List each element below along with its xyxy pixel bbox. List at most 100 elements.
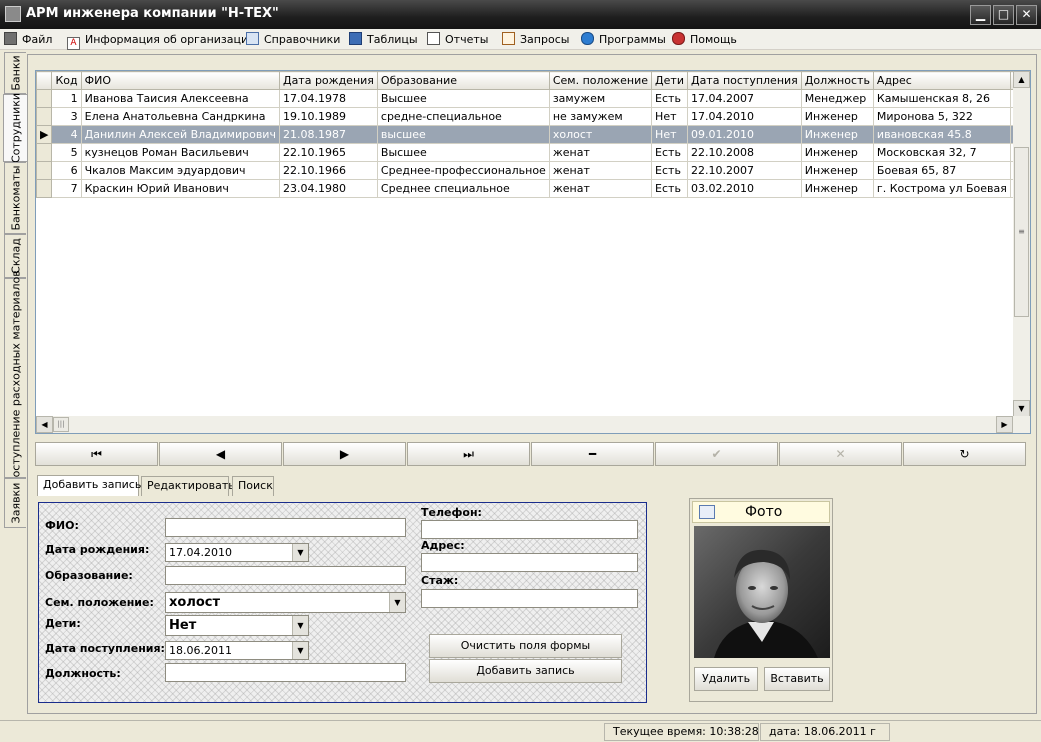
table-cell[interactable]: не замужем <box>548 107 653 126</box>
hire-date-picker[interactable]: 18.06.2011 ▼ <box>165 641 309 660</box>
table-cell[interactable]: Краскин Юрий Иванович <box>80 179 280 198</box>
scroll-up-icon[interactable]: ▲ <box>1013 71 1030 88</box>
table-cell[interactable]: средне-специальное <box>376 107 550 126</box>
clear-form-button[interactable]: Очистить поля формы <box>429 634 622 658</box>
chevron-down-icon[interactable]: ▼ <box>292 544 308 561</box>
table-cell[interactable]: Инженер <box>800 143 874 162</box>
table-cell[interactable]: г. Кострома ул Боевая <box>872 179 1011 198</box>
table-row[interactable]: 7 Краскин Юрий Иванович 23.04.1980 Среднее … <box>36 179 1030 198</box>
table-cell[interactable]: 6 <box>51 161 82 180</box>
column-header[interactable]: Адрес <box>872 71 1011 90</box>
table-cell[interactable]: Есть <box>651 179 688 198</box>
table-cell[interactable]: Менеджер <box>800 89 874 108</box>
nav-post-button[interactable]: ✔ <box>655 442 778 466</box>
scroll-left-icon[interactable]: ◀ <box>36 416 53 433</box>
table-cell[interactable]: замужем <box>548 89 653 108</box>
table-cell[interactable]: 22.10.1965 <box>278 143 378 162</box>
table-cell[interactable]: 22.10.1966 <box>278 161 378 180</box>
table-cell[interactable]: холост <box>548 125 653 144</box>
maximize-button[interactable]: □ <box>993 5 1014 25</box>
table-cell[interactable]: кузнецов Роман Васильевич <box>80 143 280 162</box>
current-row-indicator-icon[interactable]: ▶ <box>36 125 53 144</box>
column-header[interactable]: ФИО <box>80 71 280 90</box>
table-cell[interactable]: 22.10.2008 <box>686 143 802 162</box>
table-cell[interactable]: женат <box>548 179 653 198</box>
children-select[interactable]: Нет ▼ <box>165 615 309 636</box>
table-cell[interactable]: 4 <box>51 125 82 144</box>
table-cell[interactable]: Миронова 5, 322 <box>872 107 1011 126</box>
table-row[interactable]: 3 Елена Анатольевна Сандркина 19.10.1989 ср… <box>36 107 1030 126</box>
table-cell[interactable]: Среднее-профессиональное <box>376 161 550 180</box>
table-cell[interactable]: Есть <box>651 161 688 180</box>
chevron-down-icon[interactable]: ▼ <box>389 593 405 612</box>
table-cell[interactable]: Среднее специальное <box>376 179 550 198</box>
horizontal-scrollbar[interactable]: ◀ ||| ▶ <box>36 416 1030 433</box>
table-cell[interactable]: 19.10.1989 <box>278 107 378 126</box>
table-cell[interactable]: 17.04.1978 <box>278 89 378 108</box>
vertical-scrollbar[interactable]: ▲ ≡ ▼ <box>1013 71 1030 417</box>
menu-queries[interactable]: Запросы <box>502 32 569 48</box>
menu-file[interactable]: Файл <box>4 32 52 48</box>
tab-search[interactable]: Поиск <box>232 476 274 496</box>
nav-cancel-button[interactable]: ✕ <box>779 442 902 466</box>
menu-tables[interactable]: Таблицы <box>349 32 418 48</box>
table-cell[interactable]: 1 <box>51 89 82 108</box>
insert-photo-button[interactable]: Вставить <box>764 667 830 691</box>
table-cell[interactable]: женат <box>548 143 653 162</box>
table-cell[interactable]: Нет <box>651 107 688 126</box>
family-status-select[interactable]: холост ▼ <box>165 592 406 613</box>
row-indicator[interactable] <box>36 161 53 180</box>
table-cell[interactable]: Нет <box>651 125 688 144</box>
table-cell[interactable]: Инженер <box>800 107 874 126</box>
nav-prior-button[interactable]: ◀ <box>159 442 282 466</box>
horizontal-scroll-thumb[interactable]: ||| <box>53 417 69 432</box>
menu-help[interactable]: Помощь <box>672 32 737 48</box>
fio-field[interactable] <box>165 518 406 537</box>
table-cell[interactable]: 03.02.2010 <box>686 179 802 198</box>
close-button[interactable]: ✕ <box>1016 5 1037 25</box>
table-row[interactable]: 6 Чкалов Максим эдуардович 22.10.1966 Средн… <box>36 161 1030 180</box>
table-cell[interactable]: 21.08.1987 <box>278 125 378 144</box>
column-header[interactable]: Дата рождения <box>278 71 378 90</box>
table-cell[interactable]: Высшее <box>376 143 550 162</box>
table-cell[interactable]: 7 <box>51 179 82 198</box>
education-field[interactable] <box>165 566 406 585</box>
table-cell[interactable]: 09.01.2010 <box>686 125 802 144</box>
table-cell[interactable]: 17.04.2007 <box>686 89 802 108</box>
tab-add-record[interactable]: Добавить запись <box>37 475 141 496</box>
menu-references[interactable]: Справочники <box>246 32 340 48</box>
table-cell[interactable]: 23.04.1980 <box>278 179 378 198</box>
column-header[interactable]: Образование <box>376 71 550 90</box>
table-cell[interactable]: Есть <box>651 89 688 108</box>
app-icon[interactable] <box>5 6 21 22</box>
table-cell[interactable]: ивановская 45.8 <box>872 125 1011 144</box>
vertical-scroll-thumb[interactable]: ≡ <box>1014 147 1029 317</box>
table-cell[interactable]: Московская 32, 7 <box>872 143 1011 162</box>
tab-requests[interactable]: Заявки <box>4 478 26 528</box>
table-cell[interactable]: Чкалов Максим эдуардович <box>80 161 280 180</box>
position-field[interactable] <box>165 663 406 682</box>
nav-next-button[interactable]: ▶ <box>283 442 406 466</box>
delete-photo-button[interactable]: Удалить <box>694 667 758 691</box>
nav-delete-button[interactable]: ━ <box>531 442 654 466</box>
table-row[interactable]: 1 Иванова Таисия Алексеевна 17.04.1978 Высш… <box>36 89 1030 108</box>
table-cell[interactable]: Данилин Алексей Владимирович <box>80 125 280 144</box>
table-cell[interactable]: Инженер <box>800 179 874 198</box>
add-record-button[interactable]: Добавить запись <box>429 659 622 683</box>
tab-employees[interactable]: Сотрудники <box>3 93 27 163</box>
table-cell[interactable]: Камышенская 8, 26 <box>872 89 1011 108</box>
scroll-right-icon[interactable]: ▶ <box>996 416 1013 433</box>
table-cell[interactable]: Высшее <box>376 89 550 108</box>
experience-field[interactable] <box>421 589 638 608</box>
table-cell[interactable]: высшее <box>376 125 550 144</box>
birth-date-picker[interactable]: 17.04.2010 ▼ <box>165 543 309 562</box>
row-indicator[interactable] <box>36 107 53 126</box>
column-header[interactable]: Дата поступления <box>686 71 802 90</box>
table-cell[interactable]: Елена Анатольевна Сандркина <box>80 107 280 126</box>
table-cell[interactable]: 3 <box>51 107 82 126</box>
tab-edit[interactable]: Редактировать <box>141 476 235 496</box>
tab-banks[interactable]: Банки <box>4 52 26 94</box>
menu-programs[interactable]: Программы <box>581 32 666 48</box>
row-indicator[interactable] <box>36 89 53 108</box>
menu-organization-info[interactable]: A Информация об организации <box>67 32 255 50</box>
